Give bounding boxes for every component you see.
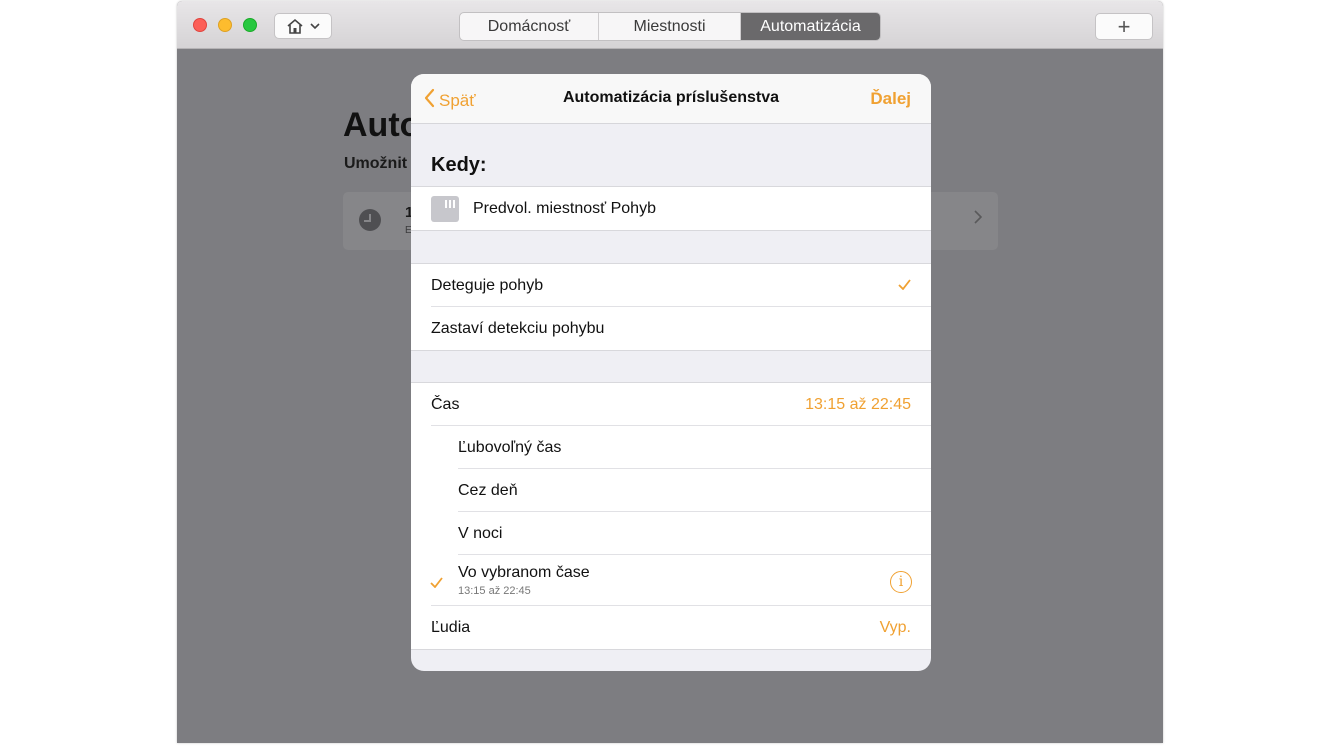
accessory-automation-sheet: Späť Automatizácia príslušenstva Ďalej K… bbox=[411, 74, 931, 671]
time-row[interactable]: Čas 13:15 až 22:45 bbox=[411, 383, 931, 426]
chevron-right-icon bbox=[973, 209, 983, 230]
people-label: Ľudia bbox=[431, 618, 471, 636]
option-detects-motion[interactable]: Deteguje pohyb bbox=[411, 264, 931, 307]
tab-rooms[interactable]: Miestnosti bbox=[599, 13, 741, 40]
clock-icon bbox=[359, 209, 381, 231]
background-page-subtitle: Umožnit bbox=[344, 155, 408, 172]
minimize-window-button[interactable] bbox=[218, 18, 232, 32]
accessory-name: Predvol. miestnosť Pohyb bbox=[473, 199, 656, 217]
close-window-button[interactable] bbox=[193, 18, 207, 32]
option-label: Zastaví detekciu pohybu bbox=[431, 319, 605, 337]
time-option-night[interactable]: V noci bbox=[411, 512, 931, 555]
accessory-row[interactable]: Predvol. miestnosť Pohyb bbox=[411, 187, 931, 230]
time-option-label: Cez deň bbox=[458, 481, 518, 499]
background-page-title: Auto bbox=[343, 106, 421, 144]
time-option-label: V noci bbox=[458, 524, 503, 542]
sheet-title: Automatizácia príslušenstva bbox=[562, 89, 780, 106]
option-label: Deteguje pohyb bbox=[431, 276, 544, 294]
time-label: Čas bbox=[431, 395, 460, 413]
time-group: Čas 13:15 až 22:45 Ľubovoľný čas Cez deň… bbox=[411, 382, 931, 650]
app-window: Domácnosť Miestnosti Automatizácia + Aut… bbox=[177, 1, 1163, 743]
view-tabs: Domácnosť Miestnosti Automatizácia bbox=[459, 12, 881, 41]
accessory-group: Predvol. miestnosť Pohyb bbox=[411, 186, 931, 231]
people-value: Vyp. bbox=[879, 618, 911, 636]
time-option-day[interactable]: Cez deň bbox=[411, 469, 931, 512]
option-stops-motion[interactable]: Zastaví detekciu pohybu bbox=[411, 307, 931, 350]
time-option-any[interactable]: Ľubovoľný čas bbox=[411, 426, 931, 469]
zoom-window-button[interactable] bbox=[243, 18, 257, 32]
info-icon[interactable]: i bbox=[890, 571, 912, 593]
time-option-label: Ľubovoľný čas bbox=[458, 438, 562, 456]
section-title-when: Kedy: bbox=[431, 154, 487, 176]
motion-sensor-icon bbox=[431, 195, 459, 222]
sheet-nav-bar: Späť Automatizácia príslušenstva Ďalej bbox=[411, 74, 931, 124]
time-value: 13:15 až 22:45 bbox=[805, 395, 911, 413]
chevron-down-icon bbox=[310, 22, 320, 30]
time-option-selected[interactable]: Vo vybranom čase 13:15 až 22:45 i bbox=[411, 555, 931, 606]
next-button[interactable]: Ďalej bbox=[870, 89, 911, 109]
home-selector-button[interactable] bbox=[274, 13, 332, 39]
add-button[interactable]: + bbox=[1095, 13, 1153, 40]
tab-automation[interactable]: Automatizácia bbox=[741, 13, 880, 40]
house-icon bbox=[286, 18, 304, 35]
time-option-subtitle: 13:15 až 22:45 bbox=[458, 585, 531, 597]
tab-home[interactable]: Domácnosť bbox=[460, 13, 599, 40]
title-bar: Domácnosť Miestnosti Automatizácia + bbox=[177, 1, 1163, 49]
checkmark-icon bbox=[898, 277, 911, 295]
time-option-label: Vo vybranom čase bbox=[458, 564, 590, 581]
checkmark-icon bbox=[430, 575, 443, 593]
people-row[interactable]: Ľudia Vyp. bbox=[411, 606, 931, 649]
motion-options-group: Deteguje pohyb Zastaví detekciu pohybu bbox=[411, 263, 931, 351]
